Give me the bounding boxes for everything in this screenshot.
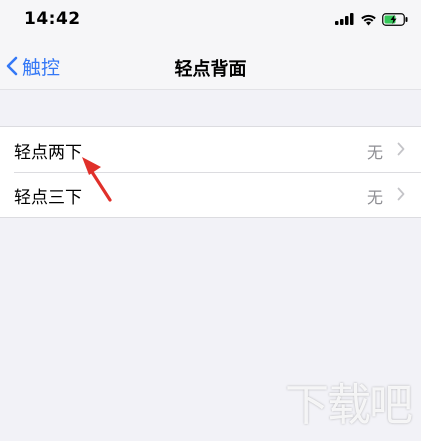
watermark: 下载吧 <box>285 380 413 431</box>
